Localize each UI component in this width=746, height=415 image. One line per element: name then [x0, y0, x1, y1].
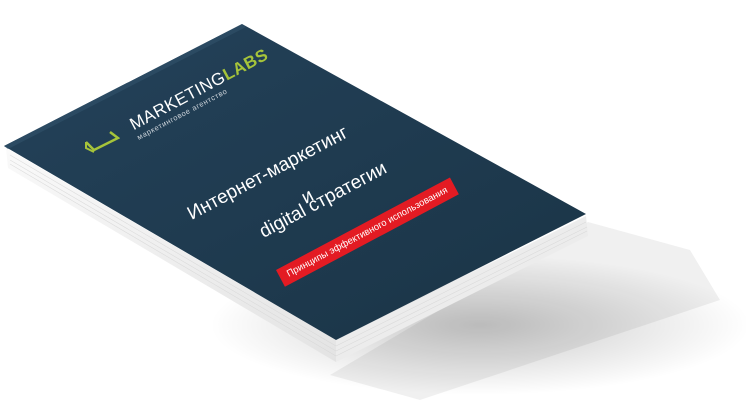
cover-content: MARKETINGLABS маркетинговое агентство Ин…: [0, 0, 746, 415]
marketinglabs-logo-icon: [85, 131, 120, 153]
book-mockup: MARKETINGLABS маркетинговое агентство Ин…: [0, 0, 746, 415]
brand-name: MARKETINGLABS: [127, 45, 272, 134]
brand-logo-text: MARKETINGLABS маркетинговое агентство: [127, 45, 276, 143]
